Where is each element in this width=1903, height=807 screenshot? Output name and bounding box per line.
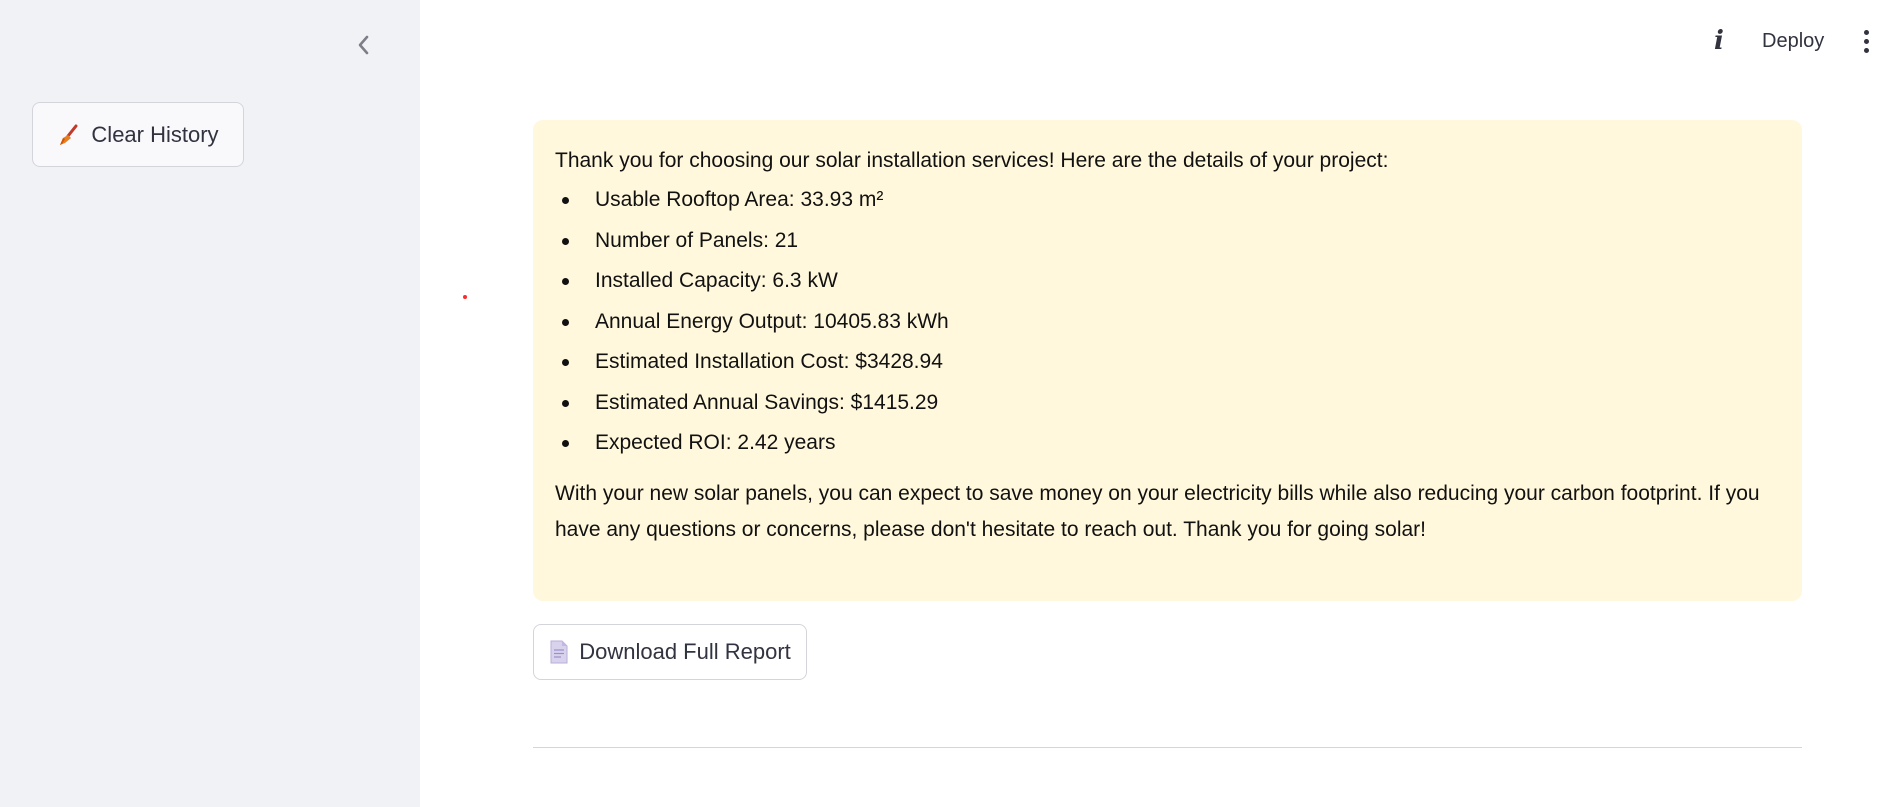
info-icon[interactable]: i bbox=[1706, 24, 1732, 58]
clear-history-label: Clear History bbox=[91, 121, 219, 147]
download-report-label: Download Full Report bbox=[579, 639, 791, 664]
list-item: Installed Capacity: 6.3 kW bbox=[555, 263, 1778, 304]
menu-dot bbox=[1863, 38, 1869, 44]
menu-dot bbox=[1863, 29, 1869, 35]
chevron-left-icon bbox=[358, 35, 369, 55]
clear-history-button[interactable]: Clear History bbox=[32, 102, 244, 167]
list-item: Expected ROI: 2.42 years bbox=[555, 425, 1778, 466]
project-details-list: Usable Rooftop Area: 33.93 m² Number of … bbox=[555, 182, 1778, 466]
list-item: Estimated Installation Cost: $3428.94 bbox=[555, 344, 1778, 385]
download-report-button[interactable]: Download Full Report bbox=[533, 624, 807, 680]
list-item: Annual Energy Output: 10405.83 kWh bbox=[555, 304, 1778, 345]
broom-icon bbox=[57, 123, 81, 147]
message-intro: Thank you for choosing our solar install… bbox=[555, 149, 1389, 172]
document-icon bbox=[549, 640, 569, 664]
sidebar: Clear History bbox=[0, 0, 420, 807]
assistant-message: Thank you for choosing our solar install… bbox=[533, 120, 1802, 601]
message-outro: With your new solar panels, you can expe… bbox=[555, 481, 1760, 541]
list-item: Usable Rooftop Area: 33.93 m² bbox=[555, 182, 1778, 223]
menu-dot bbox=[1863, 47, 1869, 53]
collapse-sidebar-button[interactable] bbox=[348, 30, 378, 60]
list-item: Estimated Annual Savings: $1415.29 bbox=[555, 385, 1778, 426]
list-item: Number of Panels: 21 bbox=[555, 223, 1778, 264]
app-root: Clear History i Deploy Thank you for cho… bbox=[0, 0, 1903, 807]
kebab-menu-icon[interactable] bbox=[1856, 24, 1876, 58]
divider bbox=[533, 747, 1802, 748]
deploy-button[interactable]: Deploy bbox=[1762, 26, 1824, 56]
status-dot bbox=[463, 295, 467, 299]
